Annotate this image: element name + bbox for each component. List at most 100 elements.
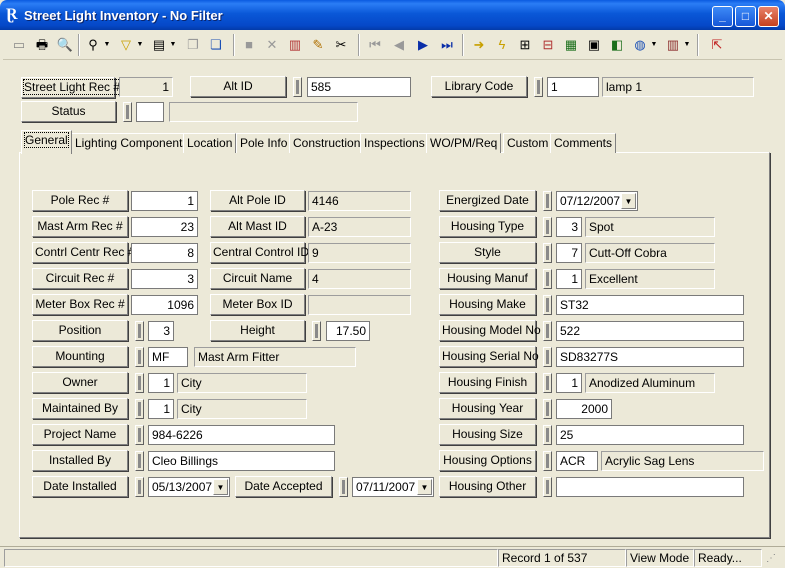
installed-by-input[interactable]: Cleo Billings (148, 451, 335, 471)
housing-model-button[interactable]: Housing Model No (439, 320, 541, 341)
meter-box-rec-button[interactable]: Meter Box Rec # (32, 294, 128, 315)
housing-other-button[interactable]: Housing Other (439, 476, 536, 497)
height-handle[interactable] (312, 321, 321, 341)
alt-id-handle[interactable] (293, 77, 302, 97)
library-code-handle[interactable] (534, 77, 543, 97)
owner-handle[interactable] (135, 373, 144, 393)
housing-type-code-input[interactable]: 3 (556, 217, 582, 237)
circuit-rec-button[interactable]: Circuit Rec # (32, 268, 128, 289)
housing-size-handle[interactable] (543, 425, 552, 445)
maintained-by-button[interactable]: Maintained By (32, 398, 128, 419)
housing-manuf-button[interactable]: Housing Manuf (439, 268, 536, 289)
housing-finish-code-input[interactable]: 1 (556, 373, 582, 393)
print-preview-icon[interactable]: 🔍 (55, 35, 75, 55)
housing-model-input[interactable]: 522 (556, 321, 744, 341)
housing-other-handle[interactable] (543, 477, 552, 497)
housing-finish-button[interactable]: Housing Finish (439, 372, 536, 393)
housing-options-code-input[interactable]: ACR (556, 451, 598, 471)
tab-construction[interactable]: Construction (289, 133, 365, 153)
maintained-by-handle[interactable] (135, 399, 144, 419)
library-icon[interactable]: ▥ (663, 35, 683, 55)
housing-finish-handle[interactable] (543, 373, 552, 393)
housing-size-input[interactable]: 25 (556, 425, 744, 445)
print-icon[interactable]: 🖶 (32, 35, 52, 55)
chevron-down-icon[interactable]: ▼ (621, 193, 636, 209)
housing-serial-handle[interactable] (543, 347, 552, 367)
close-icon[interactable]: ✕ (758, 6, 779, 27)
lightning-icon[interactable]: ϟ (492, 35, 512, 55)
street-light-rec-button[interactable]: Street Light Rec # (21, 77, 122, 98)
title-bar[interactable]: Ɽ Street Light Inventory - No Filter _ □… (0, 0, 785, 30)
app-icon[interactable]: Ɽ (6, 7, 20, 23)
height-input[interactable]: 17.50 (326, 321, 370, 341)
energized-date-handle[interactable] (543, 191, 552, 211)
housing-options-button[interactable]: Housing Options (439, 450, 536, 471)
housing-make-handle[interactable] (543, 295, 552, 315)
project-name-handle[interactable] (135, 425, 144, 445)
tab-wo-pm-req[interactable]: WO/PM/Req (426, 133, 502, 153)
gis-icon[interactable]: ◧ (607, 35, 627, 55)
exit-icon[interactable]: ⇱ (707, 35, 727, 55)
next-record-icon[interactable]: ▶ (413, 35, 433, 55)
status-button[interactable]: Status (21, 101, 116, 122)
housing-type-handle[interactable] (543, 217, 552, 237)
form-dropdown-icon[interactable]: ▼ (169, 35, 177, 55)
last-record-icon[interactable]: ⏭ (437, 35, 457, 55)
library-code-input[interactable]: 1 (547, 77, 599, 97)
hierarchy-icon[interactable]: ⊟ (538, 35, 558, 55)
position-handle[interactable] (135, 321, 144, 341)
energized-date-button[interactable]: Energized Date (439, 190, 536, 211)
position-input[interactable]: 3 (148, 321, 174, 341)
housing-year-handle[interactable] (543, 399, 552, 419)
date-accepted-handle[interactable] (339, 477, 348, 497)
height-button[interactable]: Height (210, 320, 305, 341)
map-icon[interactable]: ▦ (561, 35, 581, 55)
mounting-handle[interactable] (135, 347, 144, 367)
housing-size-button[interactable]: Housing Size (439, 424, 536, 445)
tab-custom[interactable]: Custom (503, 133, 553, 153)
library-dropdown-icon[interactable]: ▼ (683, 35, 691, 55)
chevron-down-icon[interactable]: ▼ (417, 479, 432, 495)
maximize-icon[interactable]: □ (735, 6, 756, 27)
housing-year-button[interactable]: Housing Year (439, 398, 536, 419)
tree-icon[interactable]: ⊞ (515, 35, 535, 55)
housing-make-button[interactable]: Housing Make (439, 294, 536, 315)
style-handle[interactable] (543, 243, 552, 263)
housing-make-input[interactable]: ST32 (556, 295, 744, 315)
goto-icon[interactable]: ➜ (469, 35, 489, 55)
date-installed-picker[interactable]: 05/13/2007 ▼ (148, 477, 230, 497)
resize-grip-icon[interactable]: ⋰ (766, 551, 782, 567)
housing-year-input[interactable]: 2000 (556, 399, 612, 419)
new-record-icon[interactable]: ▭ (9, 35, 29, 55)
owner-button[interactable]: Owner (32, 372, 128, 393)
installed-by-handle[interactable] (135, 451, 144, 471)
globe-dropdown-icon[interactable]: ▼ (650, 35, 658, 55)
circuit-rec-input[interactable]: 3 (131, 269, 198, 289)
housing-options-handle[interactable] (543, 451, 552, 471)
books-icon[interactable]: ▥ (285, 35, 305, 55)
energized-date-picker[interactable]: 07/12/2007 ▼ (556, 191, 638, 211)
mast-arm-rec-input[interactable]: 23 (131, 217, 198, 237)
window-icon[interactable]: ❏ (206, 35, 226, 55)
form-icon[interactable]: ▤ (149, 35, 169, 55)
alt-id-input[interactable]: 585 (307, 77, 411, 97)
project-name-input[interactable]: 984-6226 (148, 425, 335, 445)
project-name-button[interactable]: Project Name (32, 424, 128, 445)
minimize-icon[interactable]: _ (712, 6, 733, 27)
status-handle[interactable] (123, 102, 132, 122)
maintained-by-code-input[interactable]: 1 (148, 399, 174, 419)
housing-type-button[interactable]: Housing Type (439, 216, 536, 237)
owner-code-input[interactable]: 1 (148, 373, 174, 393)
previous-record-icon[interactable]: ◀ (389, 35, 409, 55)
tab-comments[interactable]: Comments (550, 133, 617, 153)
style-code-input[interactable]: 7 (556, 243, 582, 263)
date-installed-button[interactable]: Date Installed (32, 476, 128, 497)
mounting-code-input[interactable]: MF (148, 347, 188, 367)
housing-serial-input[interactable]: SD83277S (556, 347, 744, 367)
alt-id-button[interactable]: Alt ID (190, 76, 286, 97)
binoculars-dropdown-icon[interactable]: ▼ (103, 35, 111, 55)
housing-manuf-code-input[interactable]: 1 (556, 269, 582, 289)
copy-record-icon[interactable]: ❐ (183, 35, 203, 55)
housing-manuf-handle[interactable] (543, 269, 552, 289)
pencil-icon[interactable]: ✎ (308, 35, 328, 55)
